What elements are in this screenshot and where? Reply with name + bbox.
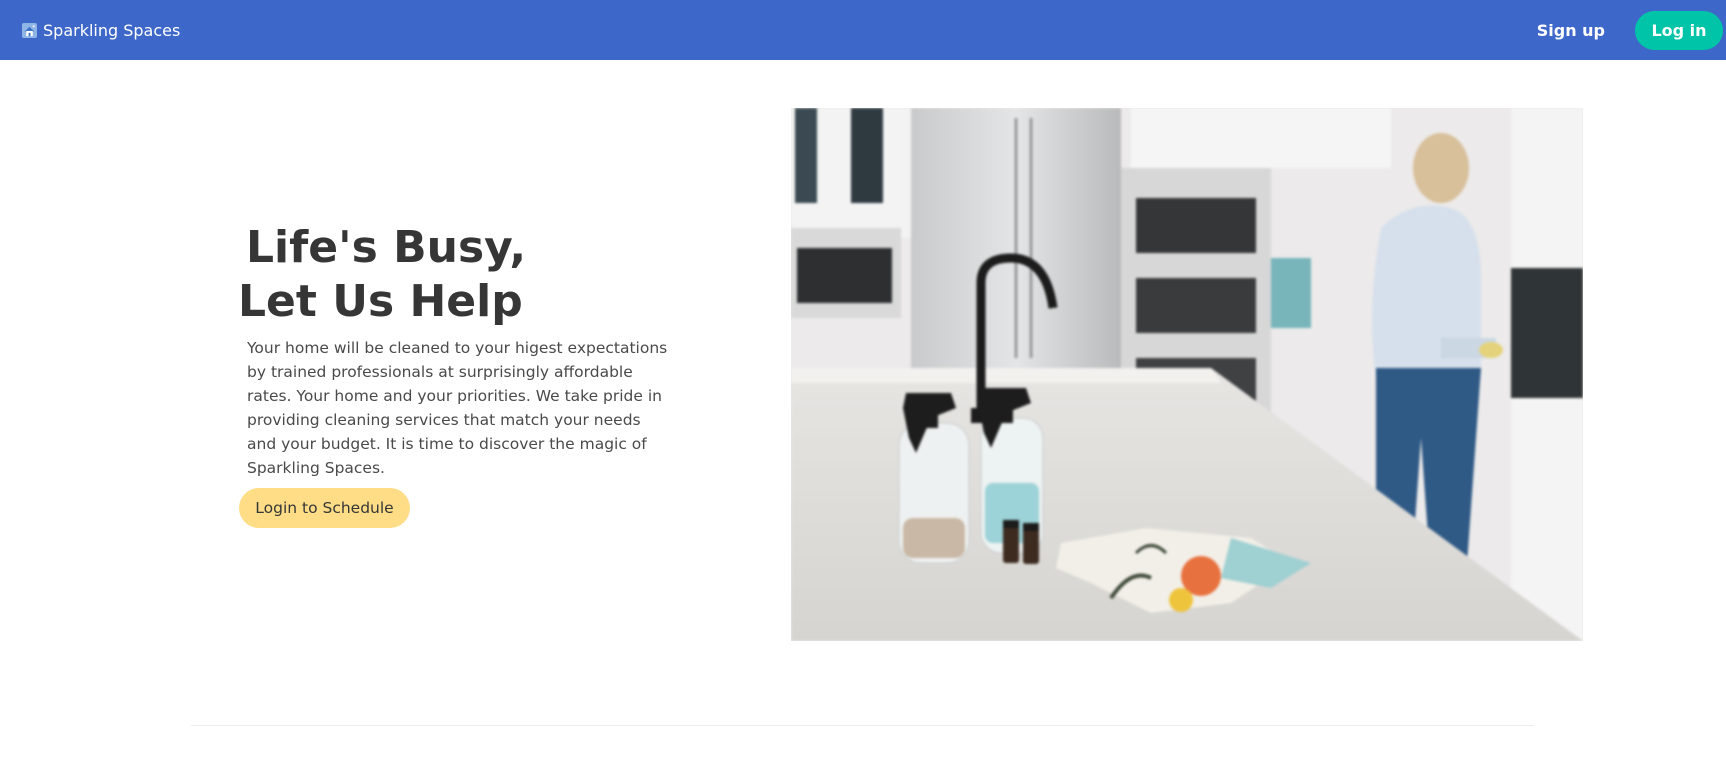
house-logo-icon [22,22,37,38]
navbar: Sparkling Spaces Sign up Log in [0,0,1726,60]
kitchen-photo [791,108,1583,641]
hero-title-line-2: Let Us Help [238,276,523,327]
sign-up-link[interactable]: Sign up [1537,21,1605,40]
section-divider [191,725,1534,726]
nav-actions: Sign up Log in [1537,10,1723,50]
brand-link[interactable]: Sparkling Spaces [22,21,180,40]
hero-title-line-1: Life's Busy, [246,222,527,273]
hero-image [791,108,1583,641]
brand-name: Sparkling Spaces [43,20,181,40]
log-in-button[interactable]: Log in [1635,10,1723,50]
hero-title: Life's Busy, Let Us Help [238,221,668,329]
hero-description: Your home will be cleaned to your higest… [247,339,668,477]
login-to-schedule-button[interactable]: Login to Schedule [239,488,410,528]
